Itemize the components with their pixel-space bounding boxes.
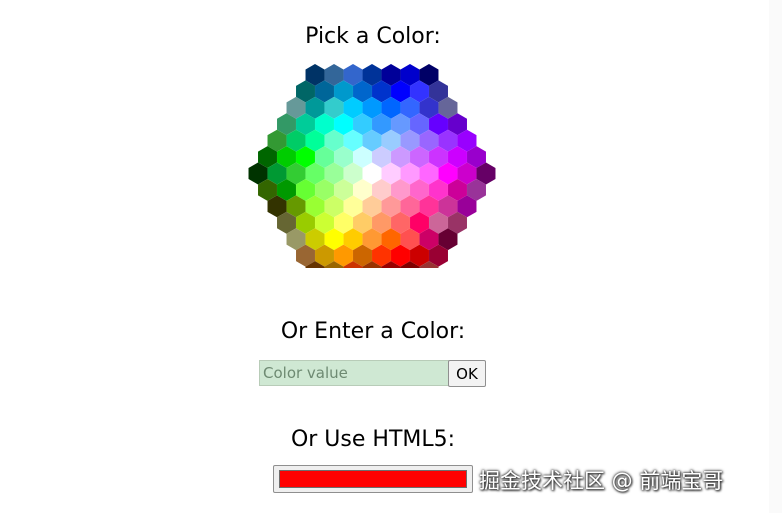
- pick-color-heading: Pick a Color:: [305, 24, 441, 49]
- html5-heading: Or Use HTML5:: [290, 427, 456, 452]
- hexagon-color-map[interactable]: [246, 56, 498, 268]
- window-edge: [769, 0, 782, 513]
- ok-button[interactable]: OK: [448, 360, 486, 387]
- watermark: 掘金技术社区 @ 前端宝哥: [479, 469, 724, 493]
- color-value-input[interactable]: [259, 360, 449, 386]
- html5-color-picker[interactable]: [273, 465, 473, 493]
- html5-color-swatch: [279, 470, 467, 488]
- enter-color-heading: Or Enter a Color:: [280, 319, 466, 344]
